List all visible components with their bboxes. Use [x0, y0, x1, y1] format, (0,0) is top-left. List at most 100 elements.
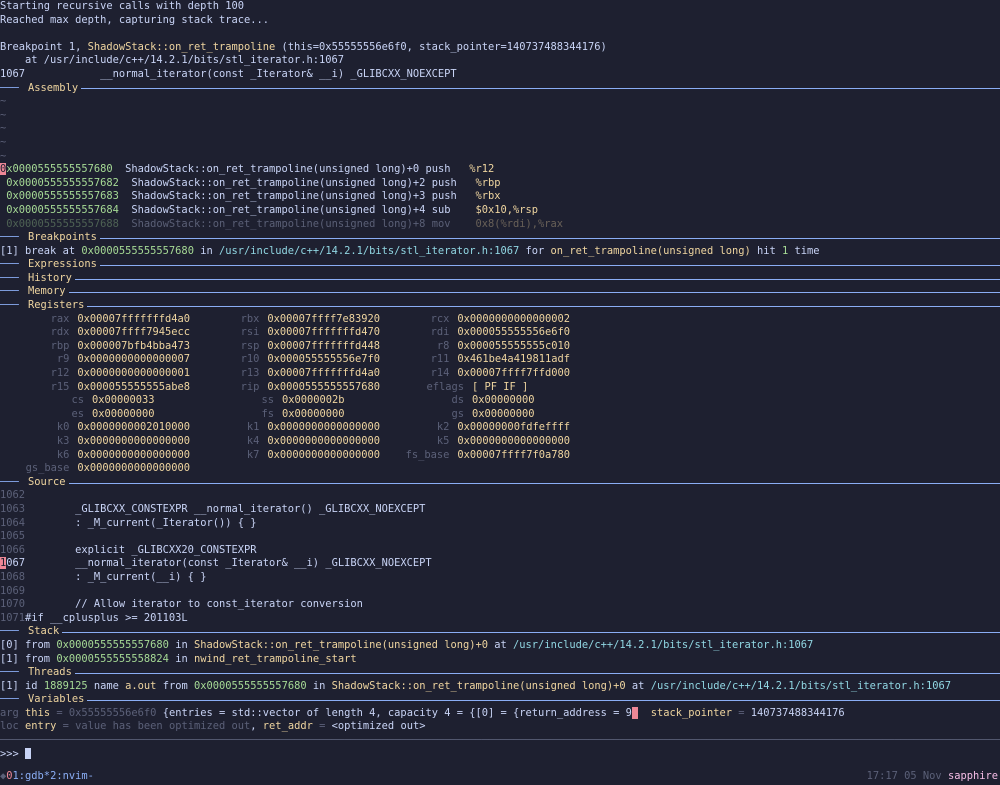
register-rax: rax 0x00007fffffffd4a0: [0, 313, 190, 327]
register-value: 0x0000000000000000: [267, 421, 380, 434]
output-line: Reached max depth, capturing stack trace…: [0, 13, 269, 26]
register-row: r15 0x000055555555abe8 rip 0x00005555555576…: [0, 381, 1000, 395]
register-rip: rip 0x0000555555557680: [190, 381, 380, 395]
source-line[interactable]: 1065: [0, 530, 1000, 544]
register-k5: k5 0x0000000000000000: [380, 435, 570, 449]
register-value: 0x00007fffffffd448: [267, 339, 380, 352]
register-name: rcx: [430, 312, 450, 325]
register-name: gs_base: [25, 462, 70, 475]
section-history: ─── History: [0, 272, 1000, 286]
source-line[interactable]: 1068 : _M_current(__i) { }: [0, 571, 1000, 585]
assembly-line[interactable]: 0x0000555555557682 ShadowStack::on_ret_t…: [0, 177, 1000, 191]
source-code: // Allow iterator to const_iterator conv…: [25, 598, 363, 611]
assembly-line[interactable]: 0x0000555555557688 ShadowStack::on_ret_t…: [0, 218, 1000, 232]
source-line[interactable]: 1066 explicit _GLIBCXX20_CONSTEXPR: [0, 544, 1000, 558]
asm-operands: $0x10,%rsp: [475, 203, 539, 216]
register-k2: k2 0x00000000fdfeffff: [380, 421, 570, 435]
section-threads: ─── Threads: [0, 666, 1000, 680]
register-row: rbp 0x000007bfb4bba473 rsp 0x00007fffffffd4…: [0, 340, 1000, 354]
section-variables: ─── Variables: [0, 693, 1000, 707]
register-rdx: rdx 0x00007ffff7945ecc: [0, 326, 190, 340]
source-line-number: 1071: [0, 611, 26, 624]
register-row: es 0x00000000 fs 0x00000000 gs 0x00000000: [0, 408, 1000, 422]
register-name: r8: [436, 339, 450, 352]
register-name: k0: [56, 421, 70, 434]
asm-symbol: ShadowStack::on_ret_trampoline(unsigned …: [131, 176, 426, 189]
source-line[interactable]: 1070 // Allow iterator to const_iterator…: [0, 598, 1000, 612]
register-name: rdi: [430, 326, 450, 339]
source-code: __normal_iterator(const _Iterator& __i) …: [25, 557, 432, 570]
register-name: fs_base: [405, 448, 450, 461]
source-line[interactable]: 1069: [0, 585, 1000, 599]
breakpoint-entry[interactable]: [1] break at 0x0000555555557680 in /usr/…: [0, 245, 1000, 259]
source-line-number: 1066: [0, 543, 26, 556]
assembly-line[interactable]: 0x0000555555557680 ShadowStack::on_ret_t…: [0, 163, 1000, 177]
register-name: rdx: [50, 326, 70, 339]
source-line-number: 1063: [0, 502, 26, 515]
breakpoint-hit-line: Breakpoint 1, ShadowStack::on_ret_trampo…: [0, 40, 607, 53]
register-value: 0x0000000000000002: [457, 312, 570, 325]
source-code: explicit _GLIBCXX20_CONSTEXPR: [25, 543, 257, 556]
output-line: Starting recursive calls with depth 100: [0, 0, 244, 12]
register-r15: r15 0x000055555555abe8: [0, 381, 190, 395]
gdb-prompt[interactable]: >>>: [0, 748, 1000, 762]
register-name: r9: [56, 353, 70, 366]
register-es: es 0x00000000: [0, 408, 190, 422]
source-line[interactable]: 1071#if __cplusplus >= 201103L: [0, 612, 1000, 626]
source-line-number: 1068: [0, 570, 26, 583]
register-name: k3: [56, 435, 70, 447]
breakpoint-hit-location: at /usr/include/c++/14.2.1/bits/stl_iter…: [0, 54, 345, 67]
section-breakpoints: ─── Breakpoints: [0, 231, 1000, 245]
section-assembly: ─── Assembly: [0, 82, 1000, 96]
register-value: 0x00000000fdfeffff: [457, 421, 570, 434]
register-name: k2: [436, 421, 450, 434]
assembly-line[interactable]: 0x0000555555557683 ShadowStack::on_ret_t…: [0, 190, 1000, 204]
register-name: rip: [240, 380, 260, 393]
register-value: 0x0000000000000001: [77, 367, 190, 380]
register-value: 0x00000000: [92, 407, 155, 420]
register-r9: r9 0x0000000000000007: [0, 353, 190, 367]
register-row: r12 0x0000000000000001 r13 0x00007fffffffd4…: [0, 367, 1000, 381]
register-rsp: rsp 0x00007fffffffd448: [190, 340, 380, 354]
register-value: 0x0000000002010000: [77, 421, 190, 434]
register-rcx: rcx 0x0000000000000002: [380, 313, 570, 327]
asm-symbol: ShadowStack::on_ret_trampoline(unsigned …: [125, 163, 420, 176]
stack-frame[interactable]: [1] from 0x0000555555558824 in nwind_ret…: [0, 653, 1000, 667]
asm-operands: %r12: [469, 163, 495, 176]
register-k0: k0 0x0000000002010000: [0, 421, 190, 435]
register-k1: k1 0x0000000000000000: [190, 421, 380, 435]
register-value: 0x00007fffffffd4a0: [77, 312, 190, 325]
source-line-number: 1070: [0, 598, 26, 611]
tmux-window-1[interactable]: 1:gdb*: [13, 770, 51, 784]
register-row: k3 0x0000000000000000 k4 0x0000000000000000…: [0, 435, 1000, 449]
source-code: : _M_current(_Iterator()) { }: [25, 516, 257, 529]
register-rdi: rdi 0x000055555556e6f0: [380, 326, 570, 340]
register-cs: cs 0x00000033: [0, 394, 190, 408]
register-row: r9 0x0000000000000007 r10 0x000055555556e7f…: [0, 353, 1000, 367]
thread-entry[interactable]: [1] id 1889125 name a.out from 0x0000555…: [0, 680, 1000, 694]
asm-mnemonic: push: [431, 176, 476, 189]
register-name: r14: [430, 367, 450, 380]
source-line[interactable]: 1064 : _M_current(_Iterator()) { }: [0, 517, 1000, 531]
source-line-number: 1062: [0, 489, 26, 502]
section-registers: ─── Registers: [0, 299, 1000, 313]
source-line[interactable]: 1063 _GLIBCXX_CONSTEXPR __normal_iterato…: [0, 503, 1000, 517]
source-listing: 1062 1063 _GLIBCXX_CONSTEXPR __normal_ite…: [0, 489, 1000, 625]
source-line[interactable]: 1062: [0, 489, 1000, 503]
terminal[interactable]: Starting recursive calls with depth 100 …: [0, 0, 1000, 761]
tmux-window-2[interactable]: 2:nvim-: [50, 770, 94, 784]
register-name: r10: [240, 353, 260, 366]
register-name: rbx: [240, 312, 260, 325]
register-value: 0x00007ffff7ffd000: [457, 367, 570, 380]
register-name: r12: [50, 367, 70, 380]
register-r14: r14 0x00007ffff7ffd000: [380, 367, 570, 381]
assembly-line[interactable]: 0x0000555555557684 ShadowStack::on_ret_t…: [0, 204, 1000, 218]
asm-operands: %rbp: [475, 176, 501, 189]
source-line[interactable]: 1067 __normal_iterator(const _Iterator& …: [0, 557, 1000, 571]
register-row: cs 0x00000033 ss 0x0000002b ds 0x00000000: [0, 394, 1000, 408]
stack-frame[interactable]: [0] from 0x0000555555557680 in ShadowSta…: [0, 639, 1000, 653]
register-k6: k6 0x0000000000000000: [0, 449, 190, 463]
asm-address: 0x0000555555557688: [6, 217, 119, 230]
register-value: 0x000007bfb4bba473: [77, 339, 190, 352]
variable-arg-line: arg this = 0x55555556e6f0 {entries = std…: [0, 706, 845, 719]
